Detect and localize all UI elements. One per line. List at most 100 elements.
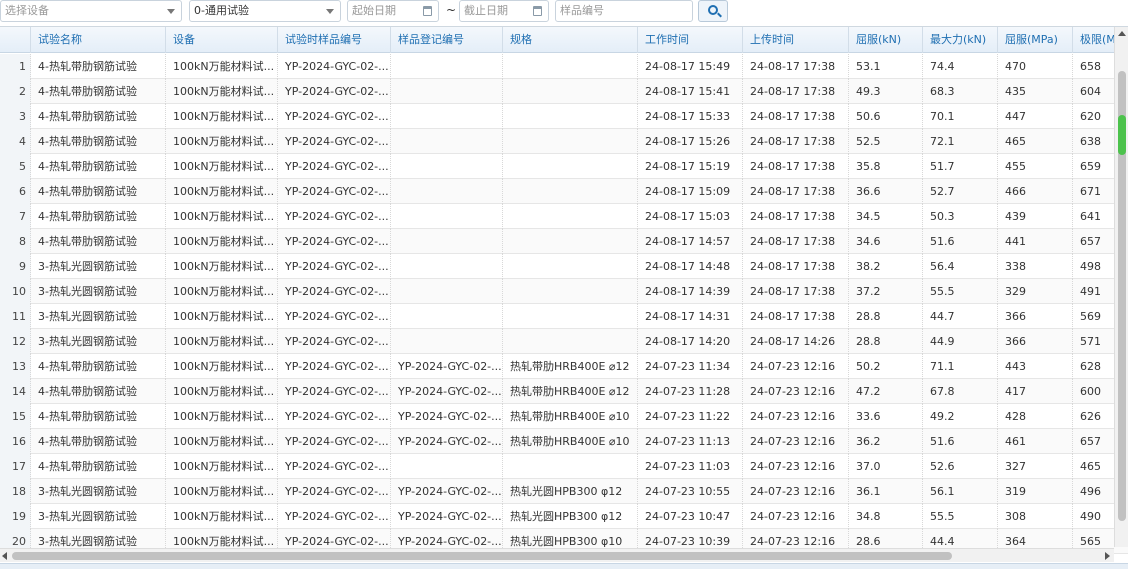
cell-registration-no: YP-2024-GYC-02-... bbox=[391, 354, 503, 379]
column-header-test-name[interactable]: 试验名称 bbox=[31, 27, 166, 53]
table-row[interactable]: 7 4-热轧带肋钢筋试验 100kN万能材料试... YP-2024-GYC-02-.… bbox=[0, 204, 1128, 229]
cell-yield-mpa: 329 bbox=[998, 279, 1073, 304]
end-date-input[interactable]: 截止日期 bbox=[459, 0, 549, 22]
cell-upload-time: 24-08-17 17:38 bbox=[743, 54, 849, 79]
table-row[interactable]: 12 3-热轧光圆钢筋试验 100kN万能材料试... YP-2024-GYC-02-… bbox=[0, 329, 1128, 354]
cell-test-name: 3-热轧光圆钢筋试验 bbox=[31, 304, 166, 329]
cell-row-number: 8 bbox=[0, 229, 31, 254]
cell-max-force-kn: 74.4 bbox=[923, 54, 998, 79]
column-header-sample-no[interactable]: 试验时样品编号 bbox=[278, 27, 391, 53]
table-row[interactable]: 3 4-热轧带肋钢筋试验 100kN万能材料试... YP-2024-GYC-02-.… bbox=[0, 104, 1128, 129]
calendar-icon[interactable] bbox=[423, 6, 432, 16]
cell-work-time: 24-08-17 15:09 bbox=[638, 179, 743, 204]
vertical-scrollbar[interactable] bbox=[1114, 27, 1128, 547]
test-type-select[interactable]: 0-通用试验 bbox=[189, 0, 341, 22]
cell-test-name: 4-热轧带肋钢筋试验 bbox=[31, 154, 166, 179]
cell-spec bbox=[503, 104, 638, 129]
cell-work-time: 24-08-17 14:39 bbox=[638, 279, 743, 304]
cell-sample-no: YP-2024-GYC-02-... bbox=[278, 204, 391, 229]
cell-yield-mpa: 366 bbox=[998, 329, 1073, 354]
column-header-yield-kn[interactable]: 屈服(kN) bbox=[849, 27, 923, 53]
cell-device: 100kN万能材料试... bbox=[166, 329, 278, 354]
column-header-max-force-kn[interactable]: 最大力(kN) bbox=[923, 27, 998, 53]
cell-row-number: 6 bbox=[0, 179, 31, 204]
search-button[interactable] bbox=[698, 0, 728, 22]
column-header-upload-time[interactable]: 上传时间 bbox=[743, 27, 849, 53]
cell-row-number: 5 bbox=[0, 154, 31, 179]
header-row-number bbox=[0, 27, 31, 53]
table-row[interactable]: 9 3-热轧光圆钢筋试验 100kN万能材料试... YP-2024-GYC-02-.… bbox=[0, 254, 1128, 279]
calendar-icon[interactable] bbox=[533, 6, 542, 16]
cell-device: 100kN万能材料试... bbox=[166, 479, 278, 504]
table-row[interactable]: 19 3-热轧光圆钢筋试验 100kN万能材料试... YP-2024-GYC-02-… bbox=[0, 504, 1128, 529]
cell-test-name: 4-热轧带肋钢筋试验 bbox=[31, 179, 166, 204]
column-header-registration-no[interactable]: 样品登记编号 bbox=[391, 27, 503, 53]
cell-test-name: 4-热轧带肋钢筋试验 bbox=[31, 129, 166, 154]
start-date-input[interactable]: 起始日期 bbox=[347, 0, 439, 22]
cell-upload-time: 24-08-17 14:26 bbox=[743, 329, 849, 354]
horizontal-scroll-thumb[interactable] bbox=[12, 552, 952, 560]
table-row[interactable]: 14 4-热轧带肋钢筋试验 100kN万能材料试... YP-2024-GYC-02-… bbox=[0, 379, 1128, 404]
table-row[interactable]: 4 4-热轧带肋钢筋试验 100kN万能材料试... YP-2024-GYC-02-.… bbox=[0, 129, 1128, 154]
cell-sample-no: YP-2024-GYC-02-... bbox=[278, 304, 391, 329]
cell-spec: 热轧带肋HRB400E ⌀12 bbox=[503, 379, 638, 404]
end-date-placeholder: 截止日期 bbox=[464, 4, 508, 17]
column-header-work-time[interactable]: 工作时间 bbox=[638, 27, 743, 53]
filter-toolbar: 选择设备 0-通用试验 起始日期 ~ 截止日期 样品编号 bbox=[0, 0, 1128, 26]
column-header-spec[interactable]: 规格 bbox=[503, 27, 638, 53]
table-row[interactable]: 16 4-热轧带肋钢筋试验 100kN万能材料试... YP-2024-GYC-02-… bbox=[0, 429, 1128, 454]
column-header-device[interactable]: 设备 bbox=[166, 27, 278, 53]
table-row[interactable]: 13 4-热轧带肋钢筋试验 100kN万能材料试... YP-2024-GYC-02-… bbox=[0, 354, 1128, 379]
scroll-left-icon[interactable] bbox=[2, 552, 7, 560]
table-row[interactable]: 17 4-热轧带肋钢筋试验 100kN万能材料试... YP-2024-GYC-02-… bbox=[0, 454, 1128, 479]
cell-device: 100kN万能材料试... bbox=[166, 204, 278, 229]
cell-sample-no: YP-2024-GYC-02-... bbox=[278, 179, 391, 204]
sample-no-input[interactable]: 样品编号 bbox=[555, 0, 693, 22]
cell-sample-no: YP-2024-GYC-02-... bbox=[278, 104, 391, 129]
cell-registration-no: YP-2024-GYC-02-... bbox=[391, 404, 503, 429]
cell-row-number: 10 bbox=[0, 279, 31, 304]
cell-upload-time: 24-07-23 12:16 bbox=[743, 379, 849, 404]
device-select[interactable]: 选择设备 bbox=[0, 0, 182, 22]
cell-work-time: 24-08-17 15:41 bbox=[638, 79, 743, 104]
table-row[interactable]: 5 4-热轧带肋钢筋试验 100kN万能材料试... YP-2024-GYC-02-.… bbox=[0, 154, 1128, 179]
cell-sample-no: YP-2024-GYC-02-... bbox=[278, 254, 391, 279]
cell-device: 100kN万能材料试... bbox=[166, 104, 278, 129]
cell-device: 100kN万能材料试... bbox=[166, 504, 278, 529]
table-row[interactable]: 11 3-热轧光圆钢筋试验 100kN万能材料试... YP-2024-GYC-02-… bbox=[0, 304, 1128, 329]
cell-yield-mpa: 439 bbox=[998, 204, 1073, 229]
horizontal-scrollbar[interactable] bbox=[0, 548, 1114, 562]
cell-yield-kn: 53.1 bbox=[849, 54, 923, 79]
cell-yield-mpa: 461 bbox=[998, 429, 1073, 454]
cell-sample-no: YP-2024-GYC-02-... bbox=[278, 354, 391, 379]
scroll-right-icon[interactable] bbox=[1105, 552, 1110, 560]
cell-test-name: 4-热轧带肋钢筋试验 bbox=[31, 104, 166, 129]
cell-registration-no bbox=[391, 54, 503, 79]
cell-work-time: 24-08-17 14:20 bbox=[638, 329, 743, 354]
grid-header: 试验名称 设备 试验时样品编号 样品登记编号 规格 工作时间 上传时间 屈服(kN) 最大力(k… bbox=[0, 27, 1128, 53]
scroll-up-icon[interactable] bbox=[1118, 31, 1126, 36]
cell-yield-kn: 28.8 bbox=[849, 304, 923, 329]
table-row[interactable]: 15 4-热轧带肋钢筋试验 100kN万能材料试... YP-2024-GYC-02-… bbox=[0, 404, 1128, 429]
cell-device: 100kN万能材料试... bbox=[166, 304, 278, 329]
cell-row-number: 2 bbox=[0, 79, 31, 104]
cell-max-force-kn: 49.2 bbox=[923, 404, 998, 429]
chevron-down-icon bbox=[326, 9, 334, 14]
cell-device: 100kN万能材料试... bbox=[166, 229, 278, 254]
table-row[interactable]: 10 3-热轧光圆钢筋试验 100kN万能材料试... YP-2024-GYC-02-… bbox=[0, 279, 1128, 304]
column-header-yield-mpa[interactable]: 屈服(MPa) bbox=[998, 27, 1073, 53]
table-row[interactable]: 1 4-热轧带肋钢筋试验 100kN万能材料试... YP-2024-GYC-02-.… bbox=[0, 54, 1128, 79]
table-row[interactable]: 6 4-热轧带肋钢筋试验 100kN万能材料试... YP-2024-GYC-02-.… bbox=[0, 179, 1128, 204]
cell-upload-time: 24-08-17 17:38 bbox=[743, 79, 849, 104]
table-row[interactable]: 18 3-热轧光圆钢筋试验 100kN万能材料试... YP-2024-GYC-02-… bbox=[0, 479, 1128, 504]
cell-row-number: 14 bbox=[0, 379, 31, 404]
cell-registration-no bbox=[391, 79, 503, 104]
cell-max-force-kn: 70.1 bbox=[923, 104, 998, 129]
table-row[interactable]: 8 4-热轧带肋钢筋试验 100kN万能材料试... YP-2024-GYC-02-.… bbox=[0, 229, 1128, 254]
table-row[interactable]: 2 4-热轧带肋钢筋试验 100kN万能材料试... YP-2024-GYC-02-.… bbox=[0, 79, 1128, 104]
cell-upload-time: 24-08-17 17:38 bbox=[743, 229, 849, 254]
cell-spec: 热轧带肋HRB400E ⌀12 bbox=[503, 354, 638, 379]
cell-yield-kn: 37.2 bbox=[849, 279, 923, 304]
cell-upload-time: 24-08-17 17:38 bbox=[743, 104, 849, 129]
chevron-down-icon bbox=[167, 9, 175, 14]
